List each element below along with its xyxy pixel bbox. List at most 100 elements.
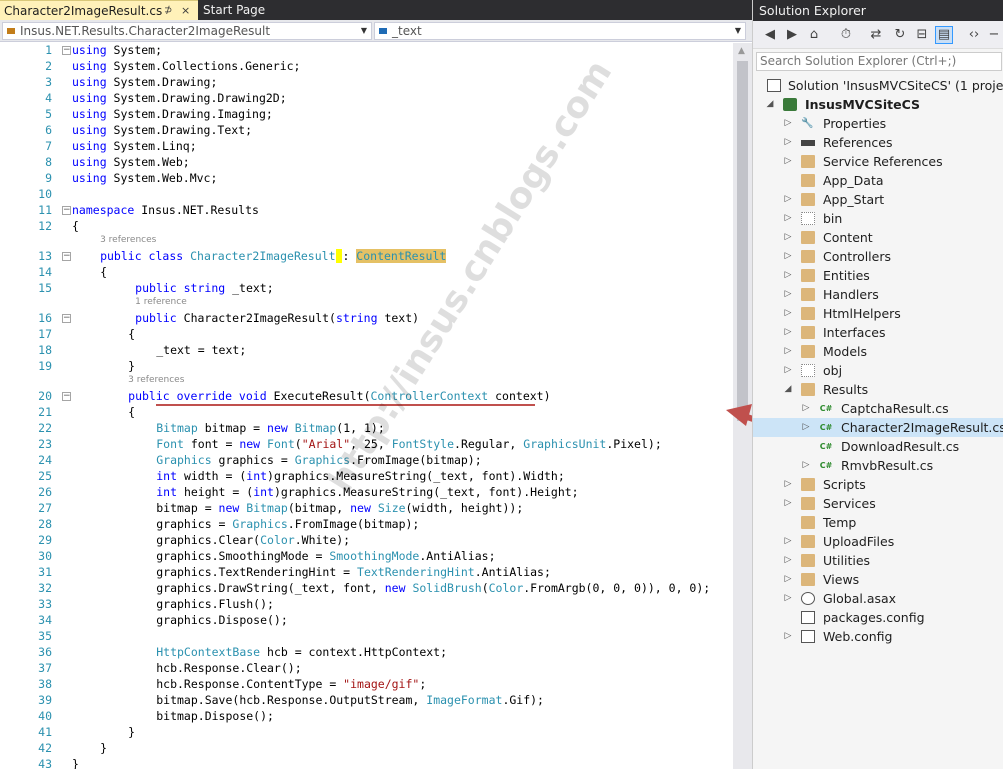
member-dropdown[interactable]: _text ▼ bbox=[374, 22, 746, 40]
chevron-right-icon[interactable]: ▷ bbox=[801, 418, 811, 437]
code-line[interactable]: hcb.Response.Clear(); bbox=[156, 661, 301, 675]
collapse-toggle-icon[interactable]: − bbox=[62, 314, 71, 323]
scrollbar-thumb[interactable] bbox=[737, 61, 748, 421]
code-line[interactable]: using System; bbox=[72, 43, 162, 57]
tree-item-project[interactable]: ◢ InsusMVCSiteCS bbox=[753, 95, 1003, 114]
tree-item-global-asax[interactable]: ▷ Global.asax bbox=[753, 589, 1003, 608]
tab-start-page[interactable]: Start Page bbox=[199, 0, 299, 20]
chevron-right-icon[interactable]: ▷ bbox=[783, 475, 793, 494]
tree-item-entities[interactable]: ▷ Entities bbox=[753, 266, 1003, 285]
chevron-down-icon[interactable]: ◢ bbox=[765, 95, 775, 114]
chevron-right-icon[interactable]: ▷ bbox=[801, 456, 811, 475]
code-line[interactable]: bitmap.Dispose(); bbox=[156, 709, 274, 723]
chevron-right-icon[interactable]: ▷ bbox=[783, 133, 793, 152]
tree-item-models[interactable]: ▷ Models bbox=[753, 342, 1003, 361]
code-line[interactable]: Bitmap bitmap = new Bitmap(1, 1); bbox=[156, 421, 385, 435]
tree-item-content[interactable]: ▷ Content bbox=[753, 228, 1003, 247]
code-line[interactable]: using System.Drawing.Drawing2D; bbox=[72, 91, 287, 105]
chevron-down-icon[interactable]: ◢ bbox=[783, 380, 793, 399]
back-icon[interactable]: ◀ bbox=[761, 26, 779, 44]
code-line[interactable]: graphics.Clear(Color.White); bbox=[156, 533, 350, 547]
tree-item-uploadfiles[interactable]: ▷ UploadFiles bbox=[753, 532, 1003, 551]
tree-item-app-data[interactable]: App_Data bbox=[753, 171, 1003, 190]
chevron-right-icon[interactable]: ▷ bbox=[783, 247, 793, 266]
code-editor[interactable]: Character2ImageResult.cs ⊅ × Start Page … bbox=[0, 0, 752, 769]
chevron-right-icon[interactable]: ▷ bbox=[783, 532, 793, 551]
refresh-icon[interactable]: ↻ bbox=[891, 26, 909, 44]
pin-icon[interactable]: − bbox=[985, 26, 1003, 44]
tree-item-scripts[interactable]: ▷ Scripts bbox=[753, 475, 1003, 494]
chevron-right-icon[interactable]: ▷ bbox=[783, 266, 793, 285]
chevron-right-icon[interactable]: ▷ bbox=[783, 228, 793, 247]
tree-item-temp[interactable]: Temp bbox=[753, 513, 1003, 532]
codelens-references[interactable]: 1 reference bbox=[135, 297, 187, 307]
sync-icon[interactable]: ⇄ bbox=[867, 26, 885, 44]
chevron-down-icon[interactable]: ▼ bbox=[735, 23, 741, 39]
code-line[interactable]: graphics.TextRenderingHint = TextRenderi… bbox=[156, 565, 551, 579]
code-line[interactable]: graphics.Dispose(); bbox=[156, 613, 288, 627]
tree-item-app-start[interactable]: ▷ App_Start bbox=[753, 190, 1003, 209]
code-line[interactable]: using System.Drawing.Text; bbox=[72, 123, 252, 137]
collapse-toggle-icon[interactable]: − bbox=[62, 392, 71, 401]
code-line[interactable]: bitmap.Save(hcb.Response.OutputStream, I… bbox=[156, 693, 544, 707]
code-line[interactable]: public override void ExecuteResult(Contr… bbox=[128, 389, 550, 403]
tree-item-service-references[interactable]: ▷ Service References bbox=[753, 152, 1003, 171]
chevron-right-icon[interactable]: ▷ bbox=[783, 190, 793, 209]
chevron-right-icon[interactable]: ▷ bbox=[783, 285, 793, 304]
code-line[interactable]: } bbox=[128, 725, 135, 739]
tree-item-views[interactable]: ▷ Views bbox=[753, 570, 1003, 589]
scroll-up-icon[interactable]: ▲ bbox=[738, 46, 745, 56]
tree-item-interfaces[interactable]: ▷ Interfaces bbox=[753, 323, 1003, 342]
tree-item-downloadresult-cs[interactable]: C# DownloadResult.cs bbox=[753, 437, 1003, 456]
code-line[interactable]: bitmap = new Bitmap(bitmap, new Size(wid… bbox=[156, 501, 523, 515]
collapse-toggle-icon[interactable]: − bbox=[62, 206, 71, 215]
tree-item-rmvbresult-cs[interactable]: ▷ C# RmvbResult.cs bbox=[753, 456, 1003, 475]
search-input[interactable]: Search Solution Explorer (Ctrl+;) bbox=[756, 52, 1002, 71]
tree-item-services[interactable]: ▷ Services bbox=[753, 494, 1003, 513]
class-dropdown[interactable]: Insus.NET.Results.Character2ImageResult … bbox=[2, 22, 372, 40]
code-line[interactable]: { bbox=[128, 405, 135, 419]
code-line[interactable]: } bbox=[72, 757, 79, 769]
code-line[interactable]: graphics.DrawString(_text, font, new Sol… bbox=[156, 581, 710, 595]
chevron-right-icon[interactable]: ▷ bbox=[783, 342, 793, 361]
forward-icon[interactable]: ▶ bbox=[783, 26, 801, 44]
code-line[interactable]: using System.Web; bbox=[72, 155, 190, 169]
code-line[interactable]: namespace Insus.NET.Results bbox=[72, 203, 259, 217]
tree-item-packages-config[interactable]: packages.config bbox=[753, 608, 1003, 627]
tree-item-results[interactable]: ◢ Results bbox=[753, 380, 1003, 399]
code-line[interactable]: graphics.Flush(); bbox=[156, 597, 274, 611]
home-icon[interactable]: ⌂ bbox=[805, 26, 823, 44]
code-line[interactable]: using System.Drawing.Imaging; bbox=[72, 107, 273, 121]
code-line[interactable]: int width = (int)graphics.MeasureString(… bbox=[156, 469, 565, 483]
code-line[interactable]: hcb.Response.ContentType = "image/gif"; bbox=[156, 677, 426, 691]
close-icon[interactable]: × bbox=[181, 1, 190, 21]
chevron-right-icon[interactable]: ▷ bbox=[783, 494, 793, 513]
code-line[interactable]: { bbox=[128, 327, 135, 341]
code-line[interactable]: public class Character2ImageResult : Con… bbox=[100, 249, 447, 263]
chevron-right-icon[interactable]: ▷ bbox=[783, 114, 793, 133]
collapse-icon[interactable]: ⊟ bbox=[913, 26, 931, 44]
tree-item-character2imageresult-cs[interactable]: ▷ C# Character2ImageResult.cs bbox=[753, 418, 1003, 437]
chevron-right-icon[interactable]: ▷ bbox=[783, 209, 793, 228]
chevron-down-icon[interactable]: ▼ bbox=[361, 23, 367, 39]
code-line[interactable]: { bbox=[72, 219, 79, 233]
chevron-right-icon[interactable]: ▷ bbox=[783, 589, 793, 608]
code-line[interactable]: public string _text; bbox=[135, 281, 273, 295]
code-line[interactable]: using System.Drawing; bbox=[72, 75, 217, 89]
chevron-right-icon[interactable]: ▷ bbox=[801, 399, 811, 418]
tab-character2imageresult[interactable]: Character2ImageResult.cs ⊅ × bbox=[0, 0, 198, 20]
code-line[interactable]: HttpContextBase hcb = context.HttpContex… bbox=[156, 645, 447, 659]
collapse-toggle-icon[interactable]: − bbox=[62, 252, 71, 261]
code-line[interactable]: using System.Collections.Generic; bbox=[72, 59, 301, 73]
code-area[interactable]: 1− using System; 2 using System.Collections… bbox=[0, 43, 733, 769]
tree-item-references[interactable]: ▷ References bbox=[753, 133, 1003, 152]
tree-item-handlers[interactable]: ▷ Handlers bbox=[753, 285, 1003, 304]
code-line[interactable]: { bbox=[100, 265, 107, 279]
code-line[interactable]: using System.Linq; bbox=[72, 139, 197, 153]
code-line[interactable]: int height = (int)graphics.MeasureString… bbox=[156, 485, 578, 499]
chevron-right-icon[interactable]: ▷ bbox=[783, 570, 793, 589]
chevron-right-icon[interactable]: ▷ bbox=[783, 323, 793, 342]
code-line[interactable]: public Character2ImageResult(string text… bbox=[135, 311, 419, 325]
chevron-right-icon[interactable]: ▷ bbox=[783, 627, 793, 646]
chevron-right-icon[interactable]: ▷ bbox=[783, 361, 793, 380]
